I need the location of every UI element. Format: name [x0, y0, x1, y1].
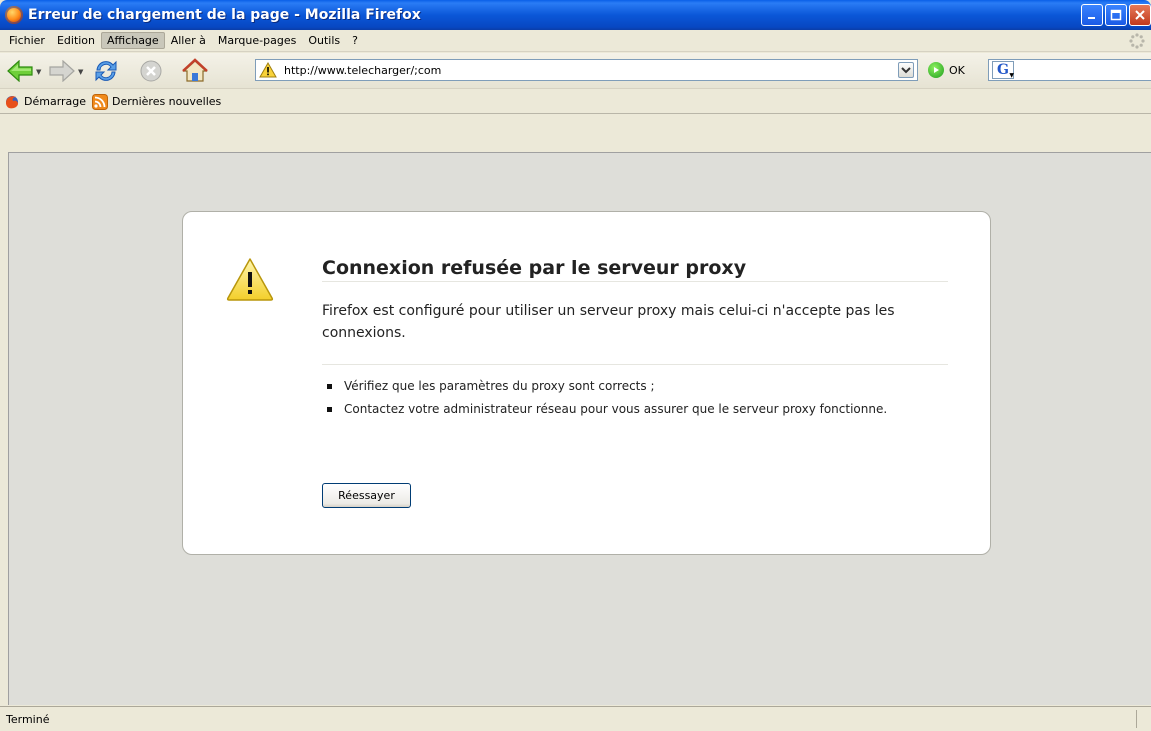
window-title: Erreur de chargement de la page - Mozill…	[28, 7, 421, 23]
minimize-icon	[1088, 17, 1095, 19]
page-content: Connexion refusée par le serveur proxy F…	[8, 152, 1151, 705]
chevron-down-icon	[901, 67, 911, 74]
menu-affichage[interactable]: Affichage	[101, 32, 165, 49]
rss-icon	[92, 93, 109, 110]
url-bar[interactable]: http://www.telecharger/;com	[255, 59, 918, 81]
error-description: Firefox est configuré pour utiliser un s…	[322, 300, 948, 365]
error-suggestions: Vérifiez que les paramètres du proxy son…	[322, 379, 922, 425]
list-item: Vérifiez que les paramètres du proxy son…	[322, 379, 922, 394]
list-item: Contactez votre administrateur réseau po…	[322, 402, 922, 417]
close-button[interactable]	[1129, 4, 1151, 26]
url-dropdown-button[interactable]	[898, 62, 914, 78]
window-controls	[1081, 4, 1151, 26]
forward-dropdown[interactable]: ▼	[78, 68, 83, 76]
firefox-icon	[5, 6, 23, 24]
menu-fichier[interactable]: Fichier	[3, 32, 51, 49]
menu-edition[interactable]: Edition	[51, 32, 101, 49]
firefox-icon	[6, 95, 18, 108]
menu-bar: Fichier Edition Affichage Aller à Marque…	[0, 30, 1151, 52]
bookmark-label: Démarrage	[24, 95, 87, 108]
navigation-toolbar: ▼ ▼ http://www.telecharger/;com OK G ▼	[0, 53, 1151, 89]
back-dropdown[interactable]: ▼	[36, 68, 41, 76]
back-button[interactable]	[6, 57, 34, 85]
bookmark-label: Dernières nouvelles	[112, 95, 222, 108]
bookmark-dernieres-nouvelles[interactable]: Dernières nouvelles	[92, 93, 222, 110]
menu-marque-pages[interactable]: Marque-pages	[212, 32, 302, 49]
stop-icon	[140, 60, 162, 82]
search-engine-letter: G	[997, 62, 1009, 78]
forward-button[interactable]	[48, 57, 76, 85]
forward-icon	[49, 60, 75, 82]
retry-button[interactable]: Réessayer	[322, 483, 411, 508]
warning-icon	[259, 62, 277, 78]
close-icon	[1135, 10, 1145, 20]
status-text: Terminé	[6, 712, 50, 726]
menu-aller-a[interactable]: Aller à	[165, 32, 212, 49]
go-button[interactable]: OK	[928, 62, 965, 78]
search-engine-dropdown-icon: ▼	[1009, 72, 1014, 79]
menu-outils[interactable]: Outils	[302, 32, 346, 49]
error-page-box: Connexion refusée par le serveur proxy F…	[182, 211, 991, 555]
maximize-icon	[1110, 9, 1122, 21]
bookmark-demarrage[interactable]: Démarrage	[4, 94, 86, 110]
back-icon	[7, 60, 33, 82]
home-button[interactable]	[181, 57, 209, 85]
maximize-button[interactable]	[1105, 4, 1127, 26]
error-title: Connexion refusée par le serveur proxy	[322, 257, 948, 282]
bookmarks-toolbar: Démarrage Dernières nouvelles	[0, 90, 1151, 114]
home-icon	[182, 58, 208, 82]
warning-icon	[226, 258, 274, 301]
stop-button[interactable]	[137, 57, 165, 85]
search-input[interactable]: G ▼	[988, 59, 1151, 81]
menu-aide[interactable]: ?	[346, 32, 364, 49]
url-text[interactable]: http://www.telecharger/;com	[284, 64, 441, 77]
throbber-icon	[1129, 33, 1145, 49]
go-label: OK	[949, 63, 965, 77]
minimize-button[interactable]	[1081, 4, 1103, 26]
window-titlebar[interactable]: Erreur de chargement de la page - Mozill…	[0, 0, 1151, 30]
status-bar: Terminé	[0, 706, 1151, 731]
reload-button[interactable]	[92, 57, 120, 85]
google-icon[interactable]: G ▼	[992, 61, 1014, 79]
reload-icon	[95, 60, 117, 82]
go-icon	[928, 62, 944, 78]
resize-grip[interactable]	[1136, 710, 1148, 728]
